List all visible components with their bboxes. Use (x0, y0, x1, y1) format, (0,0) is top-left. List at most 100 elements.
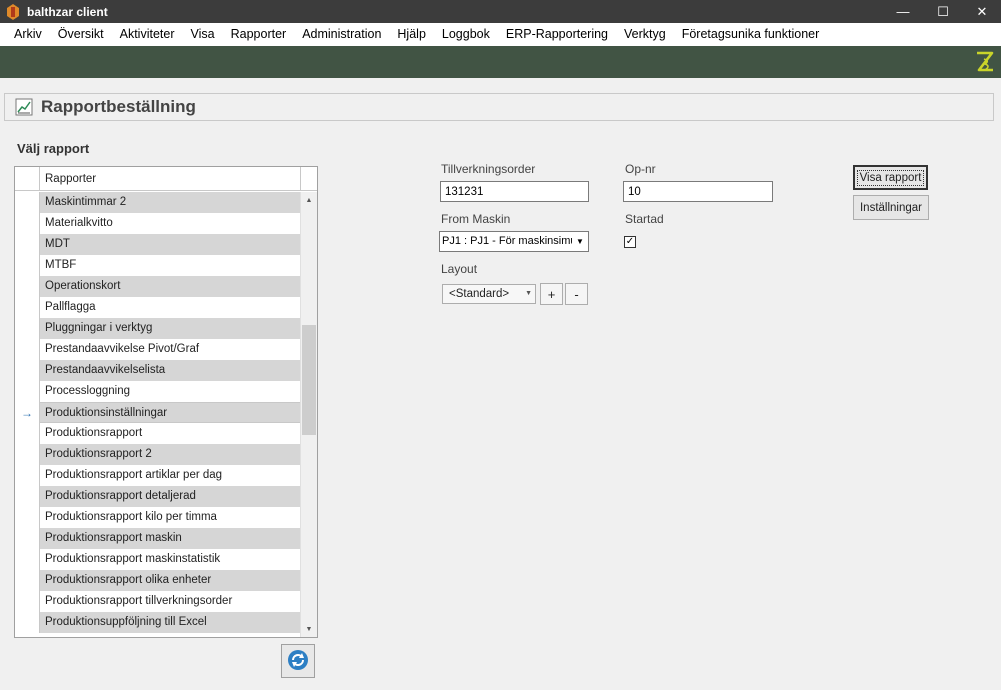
row-header[interactable] (15, 591, 40, 612)
report-name-cell[interactable]: Produktionsrapport kilo per timma (40, 507, 300, 528)
report-name-cell[interactable]: Produktionsrapport maskinstatistik (40, 549, 300, 570)
menu-hjalp[interactable]: Hjälp (389, 23, 434, 46)
table-row[interactable]: MDT (15, 234, 300, 255)
table-row[interactable]: Prestandaavvikelselista (15, 360, 300, 381)
table-row[interactable]: Produktionsrapport kilo per timma (15, 507, 300, 528)
report-name-cell[interactable]: Produktionsrapport detaljerad (40, 486, 300, 507)
row-header[interactable] (15, 213, 40, 234)
row-header[interactable] (15, 528, 40, 549)
report-name-cell[interactable]: Produktionsrapport 2 (40, 444, 300, 465)
table-row[interactable]: Produktionsrapport artiklar per dag (15, 465, 300, 486)
report-name-cell[interactable]: Produktionsrapport maskin (40, 528, 300, 549)
report-name-cell[interactable]: Produktionsuppföljning till Excel (40, 612, 300, 633)
minimize-button[interactable]: — (883, 0, 923, 23)
table-row[interactable]: Prestandaavvikelse Pivot/Graf (15, 339, 300, 360)
row-header[interactable] (15, 276, 40, 297)
report-name-cell[interactable]: MDT (40, 234, 300, 255)
report-name-cell[interactable]: Pluggningar i verktyg (40, 318, 300, 339)
report-grid[interactable]: Rapporter Maskintimmar 2 Materialkvitto MD… (14, 166, 318, 638)
page-header: Rapportbeställning (4, 93, 994, 121)
row-header[interactable] (15, 465, 40, 486)
row-header[interactable] (15, 339, 40, 360)
order-input[interactable] (440, 181, 589, 202)
chevron-down-icon[interactable]: ▼ (572, 232, 588, 251)
scroll-down-icon[interactable]: ▼ (301, 621, 317, 637)
table-row[interactable]: Produktionsrapport olika enheter (15, 570, 300, 591)
row-header[interactable] (15, 507, 40, 528)
table-row[interactable]: Produktionsrapport detaljerad (15, 486, 300, 507)
table-row[interactable]: Processloggning (15, 381, 300, 402)
current-row-arrow-icon[interactable]: → (15, 402, 40, 423)
opnr-input[interactable] (623, 181, 773, 202)
menu-erp-rapportering[interactable]: ERP-Rapportering (498, 23, 616, 46)
remove-layout-button[interactable]: - (565, 283, 588, 305)
layout-select[interactable]: <Standard> ▼ (442, 284, 536, 304)
report-name-cell[interactable]: Produktionsrapport tillverkningsorder (40, 591, 300, 612)
menu-aktiviteter[interactable]: Aktiviteter (112, 23, 183, 46)
table-row[interactable]: Produktionsrapport maskinstatistik (15, 549, 300, 570)
menu-administration[interactable]: Administration (294, 23, 389, 46)
table-row[interactable]: Maskintimmar 2 (15, 192, 300, 213)
table-row[interactable]: → Produktionsinställningar (15, 402, 300, 423)
table-row[interactable]: Materialkvitto (15, 213, 300, 234)
row-header[interactable] (15, 318, 40, 339)
row-header[interactable] (15, 234, 40, 255)
row-header[interactable] (15, 612, 40, 633)
menu-rapporter[interactable]: Rapporter (223, 23, 295, 46)
row-header[interactable] (15, 297, 40, 318)
row-header[interactable] (15, 549, 40, 570)
table-row[interactable]: Produktionsrapport maskin (15, 528, 300, 549)
machine-select[interactable]: PJ1 : PJ1 - För maskinsimu ▼ (439, 231, 589, 252)
grid-header: Rapporter (15, 167, 317, 191)
row-header[interactable] (15, 192, 40, 213)
row-header[interactable] (15, 570, 40, 591)
row-header[interactable] (15, 444, 40, 465)
report-name-cell[interactable]: MTBF (40, 255, 300, 276)
order-label: Tillverkningsorder (441, 162, 536, 176)
row-header[interactable] (15, 255, 40, 276)
started-checkbox[interactable]: ✓ (624, 236, 636, 248)
table-row[interactable]: Pluggningar i verktyg (15, 318, 300, 339)
row-header[interactable] (15, 381, 40, 402)
menu-visa[interactable]: Visa (183, 23, 223, 46)
report-name-cell[interactable]: Processloggning (40, 381, 300, 402)
scroll-thumb[interactable] (302, 325, 316, 435)
menu-arkiv[interactable]: Arkiv (6, 23, 50, 46)
settings-button[interactable]: Inställningar (853, 195, 929, 220)
add-layout-button[interactable]: + (540, 283, 563, 305)
table-row[interactable]: Produktionsrapport tillverkningsorder (15, 591, 300, 612)
report-name-cell[interactable]: Materialkvitto (40, 213, 300, 234)
select-report-label: Välj rapport (17, 141, 90, 156)
menu-loggbok[interactable]: Loggbok (434, 23, 498, 46)
row-header[interactable] (15, 423, 40, 444)
report-name-cell[interactable]: Produktionsrapport artiklar per dag (40, 465, 300, 486)
chevron-down-icon[interactable]: ▼ (525, 285, 532, 303)
table-row[interactable]: Produktionsuppföljning till Excel (15, 612, 300, 633)
close-button[interactable]: ✕ (962, 0, 1001, 23)
table-row[interactable]: Operationskort (15, 276, 300, 297)
report-name-cell[interactable]: Pallflagga (40, 297, 300, 318)
report-name-cell[interactable]: Produktionsrapport olika enheter (40, 570, 300, 591)
show-report-button[interactable]: Visa rapport (853, 165, 928, 190)
grid-scrollbar[interactable]: ▲ ▼ (300, 192, 317, 637)
maximize-button[interactable]: ☐ (923, 0, 963, 23)
report-name-cell[interactable]: Operationskort (40, 276, 300, 297)
table-row[interactable]: Pallflagga (15, 297, 300, 318)
table-row[interactable]: Produktionsrapport (15, 423, 300, 444)
table-row[interactable]: MTBF (15, 255, 300, 276)
report-name-cell[interactable]: Prestandaavvikelselista (40, 360, 300, 381)
opnr-label: Op-nr (625, 162, 656, 176)
scroll-up-icon[interactable]: ▲ (301, 192, 317, 209)
table-row[interactable]: Produktionsrapport 2 (15, 444, 300, 465)
row-header[interactable] (15, 486, 40, 507)
report-name-cell[interactable]: Maskintimmar 2 (40, 192, 300, 213)
menu-oversikt[interactable]: Översikt (50, 23, 112, 46)
report-name-cell[interactable]: Prestandaavvikelse Pivot/Graf (40, 339, 300, 360)
report-name-cell[interactable]: Produktionsinställningar (40, 402, 300, 423)
refresh-button[interactable] (281, 644, 315, 678)
row-header[interactable] (15, 360, 40, 381)
column-header-rapporter[interactable]: Rapporter (41, 167, 300, 191)
menu-foretagsunika-funktioner[interactable]: Företagsunika funktioner (674, 23, 828, 46)
report-name-cell[interactable]: Produktionsrapport (40, 423, 300, 444)
menu-verktyg[interactable]: Verktyg (616, 23, 674, 46)
